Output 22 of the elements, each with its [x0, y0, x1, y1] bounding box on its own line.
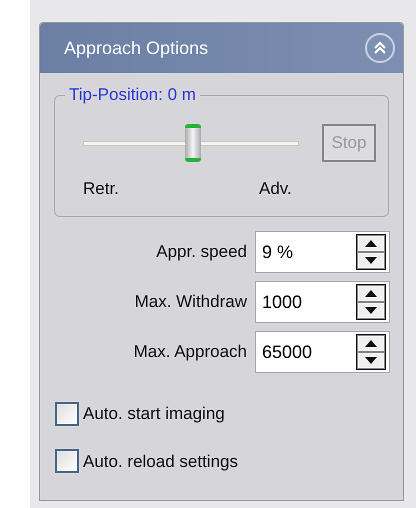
spin-box[interactable]: 65000 — [255, 331, 390, 373]
panel-title: Approach Options — [64, 36, 208, 60]
spin-box[interactable]: 1000 — [255, 281, 390, 323]
spin-box[interactable]: 9 % — [255, 231, 390, 273]
chevrons-up-icon — [373, 41, 387, 55]
slider-max-label: Adv. — [259, 178, 292, 200]
spin-input[interactable]: 1000 — [262, 284, 352, 320]
checkbox[interactable] — [55, 449, 79, 474]
spin-input[interactable]: 65000 — [262, 334, 352, 370]
spinner-arrows-icon[interactable] — [356, 234, 386, 270]
slider-min-label: Retr. — [83, 178, 120, 200]
checkbox[interactable] — [55, 402, 79, 426]
slider-thumb[interactable] — [185, 124, 202, 162]
spin-input[interactable]: 9 % — [262, 234, 352, 270]
checkbox-label: Auto. start imaging — [83, 403, 225, 425]
collapse-button[interactable] — [365, 33, 395, 63]
field-label: Appr. speed — [156, 241, 247, 264]
field-label: Max. Withdraw — [134, 291, 247, 314]
field-label: Max. Approach — [134, 341, 247, 364]
spinner-arrows-icon[interactable] — [356, 334, 386, 370]
spinner-arrows-icon[interactable] — [356, 284, 386, 320]
checkbox-label: Auto. reload settings — [83, 450, 238, 472]
